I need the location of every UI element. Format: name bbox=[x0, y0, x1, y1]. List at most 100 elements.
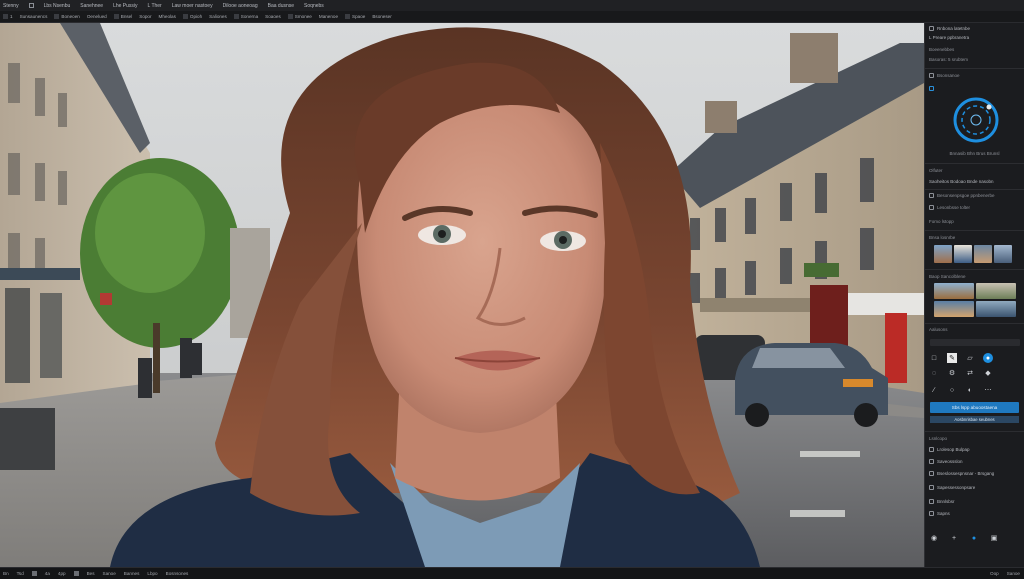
status-item[interactable]: Bosnsones bbox=[166, 571, 189, 576]
menu-item-3[interactable]: Sanehnee bbox=[80, 3, 103, 9]
option-4[interactable]: Oenelued bbox=[87, 14, 107, 19]
menu-item-8[interactable]: Baa dusnse bbox=[268, 3, 294, 9]
gear-icon[interactable]: ⚙ bbox=[947, 368, 957, 378]
option-15[interactable]: Bsoneser bbox=[372, 14, 391, 19]
option-8[interactable]: Opioh bbox=[182, 14, 202, 19]
option-14[interactable]: Spaoe bbox=[345, 14, 365, 19]
option-label: 1 bbox=[10, 14, 13, 19]
preset-thumb[interactable] bbox=[934, 283, 974, 299]
option-6[interactable]: Sopor bbox=[139, 14, 151, 19]
brush-tool-icon[interactable]: ✎ bbox=[947, 353, 957, 363]
preset-thumb[interactable] bbox=[934, 245, 952, 263]
option-2[interactable]: Sunsaunencs bbox=[20, 14, 48, 19]
status-item[interactable]: 4a bbox=[45, 571, 50, 576]
menu-item-6[interactable]: Law moer nastoey bbox=[172, 3, 213, 9]
wand-tool-icon[interactable]: ∕ bbox=[929, 385, 939, 395]
panel-menu-icon[interactable] bbox=[929, 26, 934, 31]
status-item[interactable]: Tsd bbox=[17, 571, 24, 576]
layer-icon bbox=[929, 459, 934, 464]
square-tool-icon[interactable]: □ bbox=[929, 353, 939, 363]
status-right-item[interactable]: Sanoe bbox=[1007, 571, 1020, 576]
eye-icon[interactable]: ◉ bbox=[929, 533, 939, 543]
apply-button[interactable]: Sbs lspp abuoostaena bbox=[930, 402, 1019, 413]
dial-caption: Bnnasib Bhn Brus Brunsl bbox=[949, 151, 1000, 156]
preset-thumb[interactable] bbox=[954, 245, 972, 263]
status-right-item[interactable]: Oop bbox=[990, 571, 999, 576]
option-11[interactable]: Soaoes bbox=[265, 14, 281, 19]
layer-item[interactable]: Saveossslon bbox=[937, 459, 963, 464]
status-item[interactable]: 4pp bbox=[58, 571, 66, 576]
menu-item-5[interactable]: L Ther bbox=[148, 3, 162, 9]
lasso-tool-icon[interactable]: ◌ bbox=[929, 368, 939, 378]
arrow-icon[interactable] bbox=[929, 86, 934, 91]
menu-item-7[interactable]: Dilooe aoneoag bbox=[223, 3, 258, 9]
preset-thumb[interactable] bbox=[934, 301, 974, 317]
status-item[interactable]: Bn bbox=[3, 571, 9, 576]
status-item[interactable]: Bes bbox=[87, 571, 95, 576]
option-3[interactable]: Boneoen bbox=[54, 14, 80, 19]
option-7[interactable]: Mheolas bbox=[159, 14, 176, 19]
option-icon bbox=[3, 14, 8, 19]
panel-title: Rnbona latetnbe bbox=[937, 26, 971, 31]
option-label: Sunsaunencs bbox=[19, 14, 48, 19]
adjust-label: Aalusons bbox=[929, 327, 948, 332]
more-tool-icon[interactable]: ⋯ bbox=[983, 385, 993, 395]
secondary-button[interactable]: Aosbnrisbae seubnes bbox=[930, 416, 1019, 423]
layer-item[interactable]: Sapessessonpsare bbox=[937, 485, 975, 490]
item-a[interactable]: Besonsenpsgoe ppnbenerbe bbox=[937, 193, 995, 198]
folder-icon[interactable] bbox=[929, 193, 934, 198]
preset-thumb[interactable] bbox=[976, 283, 1016, 299]
preset-thumbnails bbox=[934, 245, 1012, 263]
mask-icon[interactable]: ● bbox=[969, 533, 979, 543]
menu-item-app[interactable]: Stenny bbox=[3, 3, 19, 9]
option-label: Bnsel bbox=[120, 14, 133, 19]
option-9[interactable]: Saliones bbox=[209, 14, 227, 19]
swap-tool-icon[interactable]: ⇄ bbox=[965, 368, 975, 378]
status-bar: Bn Tsd 4a 4pp Bes Sanoe Bannes Lbpo Bosn… bbox=[0, 567, 1024, 579]
option-label: Boneoen bbox=[61, 14, 80, 19]
menu-item-4[interactable]: Lhe Pussiy bbox=[113, 3, 137, 9]
menu-item-2[interactable]: Lbs Nsenbu bbox=[44, 3, 71, 9]
adjust-slider[interactable] bbox=[930, 339, 1020, 346]
add-layer-icon[interactable]: + bbox=[949, 533, 959, 543]
preset-thumb[interactable] bbox=[976, 301, 1016, 317]
status-item[interactable]: Lbpo bbox=[147, 571, 157, 576]
option-5[interactable]: Bnsel bbox=[113, 14, 133, 19]
divider bbox=[925, 68, 1024, 69]
item-c[interactable]: Fomo lstopp bbox=[929, 219, 954, 224]
color-tool-icon[interactable]: ● bbox=[983, 353, 993, 363]
app-icon bbox=[28, 3, 34, 8]
divider bbox=[925, 431, 1024, 432]
option-1[interactable]: 1 bbox=[3, 14, 13, 19]
layer-item[interactable]: Lrolesop Bulpap bbox=[937, 447, 970, 452]
photo-canvas[interactable] bbox=[0, 23, 924, 567]
option-13[interactable]: Manenoe bbox=[319, 14, 338, 19]
section-sub: Saoheitos Bodoao Bnde nasobn bbox=[929, 179, 994, 184]
status-icon bbox=[73, 571, 79, 576]
target-dial-icon[interactable] bbox=[951, 95, 1001, 145]
status-item[interactable]: Sanoe bbox=[103, 571, 116, 576]
divider bbox=[925, 230, 1024, 231]
item-b[interactable]: Lesonbsse tolter bbox=[937, 205, 970, 210]
preset-thumb[interactable] bbox=[994, 245, 1012, 263]
layer-icon bbox=[929, 471, 934, 476]
brush-icon[interactable] bbox=[929, 205, 934, 210]
option-icon bbox=[54, 14, 60, 19]
eraser-tool-icon[interactable]: ▱ bbox=[965, 353, 975, 363]
menu-item-9[interactable]: Soqnebs bbox=[304, 3, 324, 9]
layer-item[interactable]: Sapns bbox=[937, 511, 950, 516]
fill-tool-icon[interactable]: ◐ bbox=[965, 385, 975, 395]
preset-thumb[interactable] bbox=[974, 245, 992, 263]
layer-item[interactable]: Bnnlsbsr bbox=[937, 499, 955, 504]
status-item[interactable]: Bannes bbox=[124, 571, 140, 576]
trash-icon[interactable]: ▣ bbox=[989, 533, 999, 543]
option-12[interactable]: Smonee bbox=[287, 14, 312, 19]
tag-tool-icon[interactable]: ◆ bbox=[983, 368, 993, 378]
layer-icon bbox=[929, 485, 934, 490]
option-10[interactable]: Sonerna bbox=[233, 14, 258, 19]
status-icon bbox=[31, 571, 37, 576]
divider bbox=[925, 269, 1024, 270]
circle-tool-icon[interactable]: ○ bbox=[947, 385, 957, 395]
layers-icon[interactable] bbox=[929, 73, 934, 78]
layer-item[interactable]: Bseslossespnsnar - Brsgang bbox=[937, 471, 994, 476]
